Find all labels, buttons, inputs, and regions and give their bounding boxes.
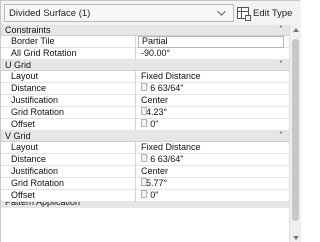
type-selector-dropdown[interactable]: Divided Surface (1) (4, 4, 234, 22)
property-value-field[interactable]: 55.77° (137, 178, 289, 190)
property-row: Border Tile Partial (1, 36, 289, 48)
property-value: 2' 6 63/64" (141, 83, 184, 93)
group-header-u-grid[interactable]: U Grid ˄ (1, 60, 289, 71)
property-name: Offset (11, 119, 35, 129)
associate-parameter-button[interactable] (141, 154, 147, 162)
property-value-field[interactable]: 2' 6 63/64" (137, 154, 289, 166)
property-name-cell: Justification (1, 95, 136, 107)
property-value-field[interactable]: Center (137, 95, 289, 107)
property-name: Distance (11, 154, 47, 164)
property-name: Border Tile (11, 36, 55, 46)
property-value-field[interactable]: -90.00° (137, 48, 289, 60)
group-header-pattern-application[interactable]: Pattern Application (1, 202, 289, 208)
property-name: All Grid Rotation (11, 48, 77, 58)
property-name-cell: Layout (1, 71, 136, 83)
properties-grid: Constraints ˄ Border Tile Partial All Grid R… (1, 25, 289, 242)
property-value: Fixed Distance (141, 71, 201, 81)
property-value-field[interactable]: 34.23° (137, 107, 289, 119)
property-name-cell: Justification (1, 166, 136, 178)
property-row: Grid Rotation 34.23° (1, 107, 289, 119)
property-name: Grid Rotation (11, 178, 65, 188)
property-value-field[interactable]: Center (137, 166, 289, 178)
property-name-cell: Offset (1, 190, 136, 202)
associate-parameter-button[interactable] (141, 119, 147, 127)
property-row: Layout Fixed Distance (1, 142, 289, 154)
property-row: All Grid Rotation -90.00° (1, 48, 289, 60)
edit-type-icon (237, 7, 251, 21)
group-label: V Grid (5, 131, 31, 141)
property-value-field[interactable]: 0' 0" (137, 190, 289, 202)
property-value: Partial (142, 36, 168, 46)
property-name: Grid Rotation (11, 107, 65, 117)
property-name-cell: Grid Rotation (1, 107, 136, 119)
property-name: Justification (11, 95, 59, 105)
property-value-field[interactable]: Partial (138, 36, 284, 48)
property-name-cell: Border Tile (1, 36, 136, 48)
properties-header: Divided Surface (1) Edit Type (1, 1, 301, 25)
type-selector-label: Divided Surface (1) (9, 8, 91, 19)
group-label: Constraints (5, 25, 51, 35)
property-name-cell: Layout (1, 142, 136, 154)
scroll-down-arrow-icon[interactable] (293, 236, 299, 240)
property-name: Layout (11, 142, 39, 152)
vertical-scrollbar[interactable] (289, 25, 301, 242)
property-name: Justification (11, 166, 59, 176)
associate-parameter-button[interactable] (141, 107, 147, 115)
edit-type-label: Edit Type (253, 7, 293, 19)
property-name-cell: Distance (1, 83, 136, 95)
property-value-field[interactable]: Fixed Distance (137, 71, 289, 83)
property-value: -90.00° (141, 48, 171, 58)
property-name-cell: Offset (1, 119, 136, 131)
property-row: Justification Center (1, 95, 289, 107)
property-value-field[interactable]: 0' 0" (137, 119, 289, 131)
scroll-up-arrow-icon[interactable] (293, 28, 299, 32)
property-row: Offset 0' 0" (1, 119, 289, 131)
property-row: Distance 2' 6 63/64" (1, 154, 289, 166)
property-name: Layout (11, 71, 39, 81)
group-header-constraints[interactable]: Constraints ˄ (1, 25, 289, 36)
property-row: Distance 2' 6 63/64" (1, 83, 289, 95)
property-value: 2' 6 63/64" (141, 154, 184, 164)
edit-type-icon-badge (245, 15, 251, 21)
associate-parameter-button[interactable] (141, 190, 147, 198)
property-value: Center (141, 166, 169, 176)
chevron-down-icon (217, 7, 226, 16)
group-label: U Grid (5, 60, 32, 70)
property-value: Center (141, 95, 169, 105)
associate-parameter-button[interactable] (141, 83, 147, 91)
edit-type-button[interactable]: Edit Type (237, 5, 299, 21)
property-value: Fixed Distance (141, 142, 201, 152)
collapse-double-chevron-icon[interactable]: ˄ (279, 60, 283, 69)
property-name: Distance (11, 83, 47, 93)
property-value-field[interactable]: 2' 6 63/64" (137, 83, 289, 95)
collapse-double-chevron-icon[interactable]: ˄ (279, 25, 283, 34)
property-value-field[interactable]: Fixed Distance (137, 142, 289, 154)
property-row: Layout Fixed Distance (1, 71, 289, 83)
property-row: Grid Rotation 55.77° (1, 178, 289, 190)
property-row: Justification Center (1, 166, 289, 178)
collapse-double-chevron-icon[interactable]: ˄ (279, 131, 283, 140)
properties-panel: Divided Surface (1) Edit Type Constraint… (0, 0, 301, 242)
property-name-cell: All Grid Rotation (1, 48, 136, 60)
group-header-v-grid[interactable]: V Grid ˄ (1, 131, 289, 142)
property-name-cell: Grid Rotation (1, 178, 136, 190)
property-name: Offset (11, 190, 35, 200)
property-row: Offset 0' 0" (1, 190, 289, 202)
property-name-cell: Distance (1, 154, 136, 166)
associate-parameter-button[interactable] (141, 178, 147, 186)
group-label: Pattern Application (5, 202, 81, 207)
scrollbar-thumb[interactable] (292, 39, 299, 221)
